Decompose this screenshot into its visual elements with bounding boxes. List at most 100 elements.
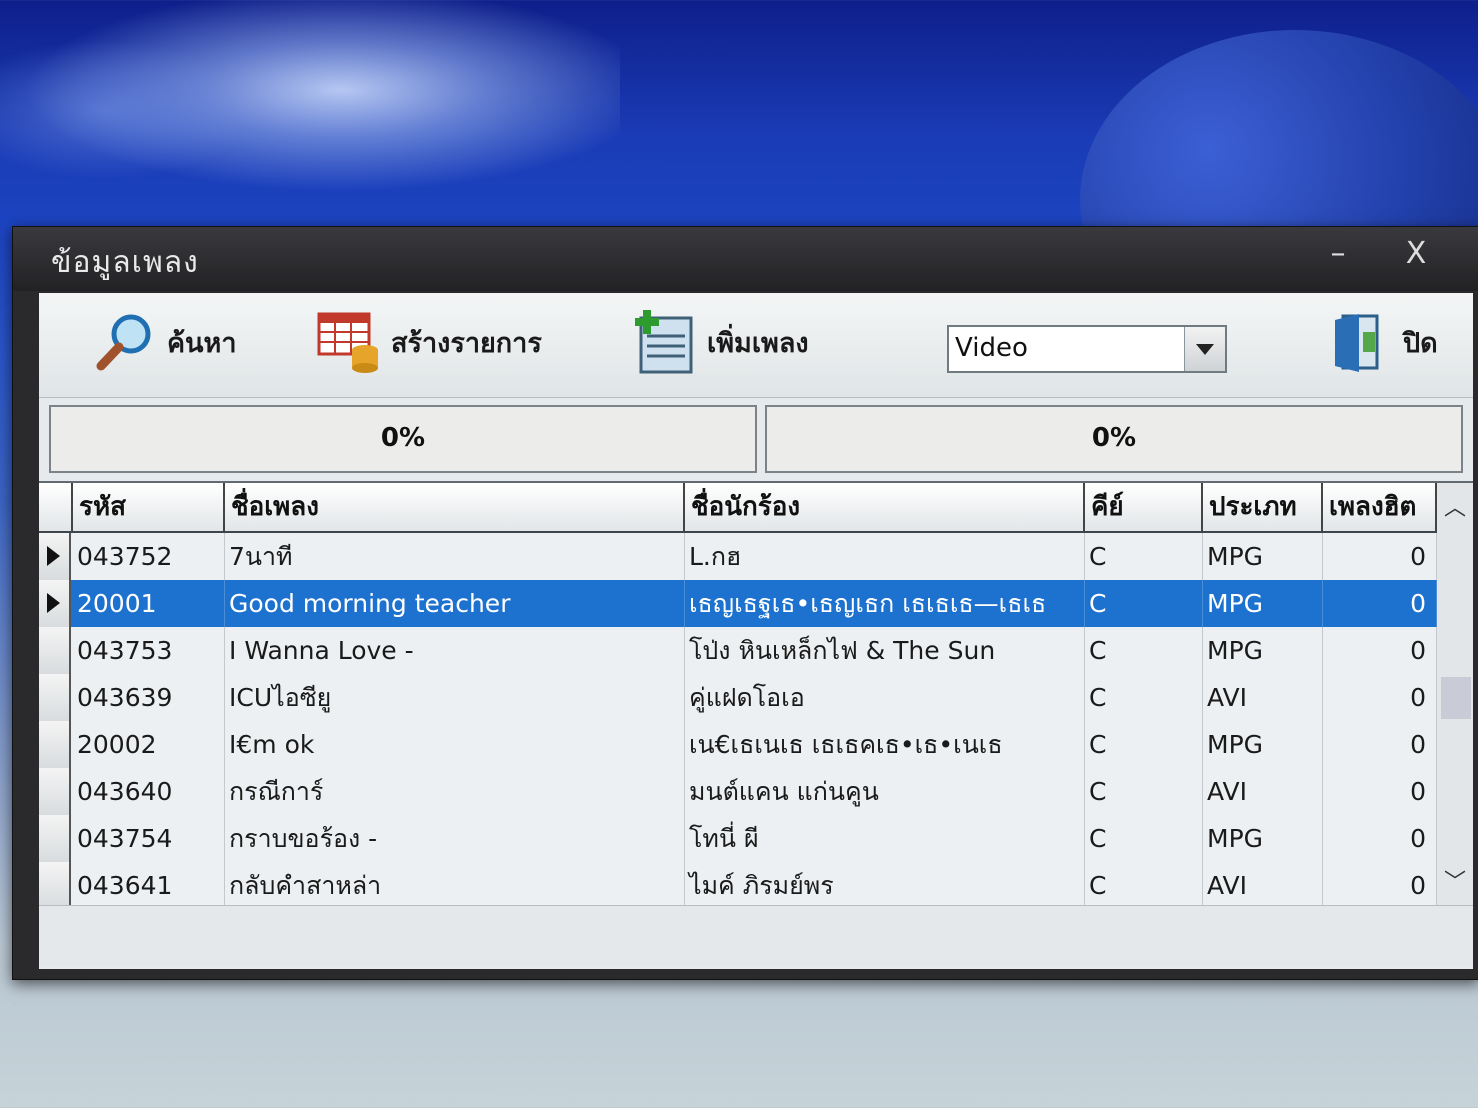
cell-artist: โป่ง หินเหล็กไฟ & The Sun [685, 627, 1085, 674]
table-row[interactable]: 043640 กรณีการ์ มนต์แคน แก่นคูน C AVI 0 [39, 768, 1437, 816]
table-row[interactable]: 20001 Good morning teacher เธญเธฐเธ•เธญเธก… [39, 580, 1437, 628]
column-header-artist[interactable]: ชื่อนักร้อง [685, 483, 1085, 531]
cell-artist: มนต์แคน แก่นคูน [685, 768, 1085, 815]
cell-type: MPG [1203, 721, 1323, 768]
cell-code: 043641 [73, 862, 225, 909]
table-row[interactable]: 043639 ICUไอซียู คู่แฝดโอเอ C AVI 0 [39, 674, 1437, 722]
cell-code: 043640 [73, 768, 225, 815]
window-body: ค้นหา สร้างรายการ เพิ่มเพลง Video ปิด 0%… [39, 293, 1473, 969]
cell-code: 20002 [73, 721, 225, 768]
cell-title: I Wanna Love - [225, 627, 685, 674]
table-row[interactable]: 043753 I Wanna Love - โป่ง หินเหล็กไฟ & Th… [39, 627, 1437, 675]
row-selector[interactable] [39, 580, 71, 627]
close-window-button[interactable]: X [1381, 233, 1451, 275]
cell-hit: 0 [1323, 815, 1437, 862]
cell-title: ICUไอซียู [225, 674, 685, 721]
cell-artist: โทนี่ ผี [685, 815, 1085, 862]
cell-title: กราบขอร้อง - [225, 815, 685, 862]
table-header: รหัส ชื่อเพลง ชื่อนักร้อง คีย์ ประเภท เพ… [39, 483, 1473, 533]
cell-key: C [1085, 815, 1203, 862]
row-pointer-icon [47, 593, 60, 613]
search-label: ค้นหา [167, 327, 237, 359]
minimize-button[interactable]: – [1303, 233, 1373, 275]
table-row[interactable]: 20002 I€m ok เน€เธเนเธ เธเธคเธ•เธ•เนเธ C MPG… [39, 721, 1437, 769]
close-button[interactable]: ปิด [1329, 307, 1438, 377]
column-header-hit[interactable]: เพลงฮิต [1323, 483, 1437, 531]
media-type-value: Video [955, 333, 1028, 363]
table-row[interactable]: 043641 กลับคำสาหล่า ไมค์ ภิรมย์พร C AVI 0 [39, 862, 1437, 910]
desktop-cloud-shadow [0, 40, 260, 180]
cell-type: AVI [1203, 862, 1323, 909]
row-pointer-icon [47, 546, 60, 566]
cell-artist: เน€เธเนเธ เธเธคเธ•เธ•เนเธ [685, 721, 1085, 768]
table-row[interactable]: 043754 กราบขอร้อง - โทนี่ ผี C MPG 0 [39, 815, 1437, 863]
cell-type: MPG [1203, 815, 1323, 862]
toolbar: ค้นหา สร้างรายการ เพิ่มเพลง Video ปิด [39, 293, 1473, 398]
cell-title: กลับคำสาหล่า [225, 862, 685, 909]
cell-code: 043752 [73, 533, 225, 580]
row-selector[interactable] [39, 533, 71, 580]
cell-hit: 0 [1323, 721, 1437, 768]
status-bar [39, 905, 1473, 966]
create-list-button[interactable]: สร้างรายการ [317, 307, 542, 377]
title-bar[interactable]: ข้อมูลเพลง – X [13, 227, 1478, 291]
close-label: ปิด [1403, 327, 1438, 359]
cell-type: MPG [1203, 533, 1323, 580]
row-header-corner [39, 483, 73, 531]
cell-hit: 0 [1323, 627, 1437, 674]
window-title: ข้อมูลเพลง [51, 245, 199, 280]
row-selector[interactable] [39, 674, 71, 721]
add-document-icon [633, 310, 697, 374]
media-type-select[interactable]: Video [947, 325, 1227, 373]
cell-code: 20001 [73, 580, 225, 627]
cell-hit: 0 [1323, 580, 1437, 627]
cell-artist: L.กฮ [685, 533, 1085, 580]
cell-artist: คู่แฝดโอเอ [685, 674, 1085, 721]
exit-door-icon [1329, 310, 1393, 374]
cell-code: 043754 [73, 815, 225, 862]
scroll-thumb[interactable] [1441, 677, 1471, 719]
cell-key: C [1085, 862, 1203, 909]
column-header-code[interactable]: รหัส [73, 483, 225, 531]
cell-key: C [1085, 768, 1203, 815]
column-header-type[interactable]: ประเภท [1203, 483, 1323, 531]
cell-key: C [1085, 721, 1203, 768]
cell-key: C [1085, 627, 1203, 674]
row-selector[interactable] [39, 768, 71, 815]
vertical-scrollbar[interactable]: ︿ ﹀ [1437, 483, 1473, 905]
cell-key: C [1085, 580, 1203, 627]
chevron-down-icon[interactable] [1184, 327, 1225, 371]
cell-hit: 0 [1323, 674, 1437, 721]
cell-title: I€m ok [225, 721, 685, 768]
cell-hit: 0 [1323, 862, 1437, 909]
cell-title: กรณีการ์ [225, 768, 685, 815]
column-header-key[interactable]: คีย์ [1085, 483, 1203, 531]
cell-artist: เธญเธฐเธ•เธญเธก เธเธเธ—เธเธ [685, 580, 1085, 627]
chevron-up-icon[interactable]: ︿ [1437, 489, 1473, 529]
cell-hit: 0 [1323, 533, 1437, 580]
cell-code: 043753 [73, 627, 225, 674]
magnifier-icon [93, 310, 157, 374]
row-selector[interactable] [39, 815, 71, 862]
progress-text-right: 0% [1091, 423, 1137, 453]
cell-key: C [1085, 533, 1203, 580]
song-info-window: ข้อมูลเพลง – X ค้นหา สร้างรายการ เพิ่มเพ… [12, 226, 1478, 980]
cell-type: MPG [1203, 627, 1323, 674]
cell-type: MPG [1203, 580, 1323, 627]
row-selector[interactable] [39, 862, 71, 909]
add-song-button[interactable]: เพิ่มเพลง [633, 307, 809, 377]
cell-type: AVI [1203, 674, 1323, 721]
cell-key: C [1085, 674, 1203, 721]
progress-bar-left: 0% [49, 405, 757, 473]
table-row[interactable]: 043752 7นาที L.กฮ C MPG 0 [39, 533, 1437, 581]
progress-text-left: 0% [380, 423, 426, 453]
chevron-down-icon[interactable]: ﹀ [1437, 863, 1473, 903]
progress-bar-right: 0% [765, 405, 1463, 473]
create-list-label: สร้างรายการ [391, 327, 542, 359]
songs-table: รหัส ชื่อเพลง ชื่อนักร้อง คีย์ ประเภท เพ… [39, 481, 1473, 910]
row-selector[interactable] [39, 721, 71, 768]
column-header-title[interactable]: ชื่อเพลง [225, 483, 685, 531]
search-button[interactable]: ค้นหา [93, 307, 236, 377]
cell-type: AVI [1203, 768, 1323, 815]
row-selector[interactable] [39, 627, 71, 674]
